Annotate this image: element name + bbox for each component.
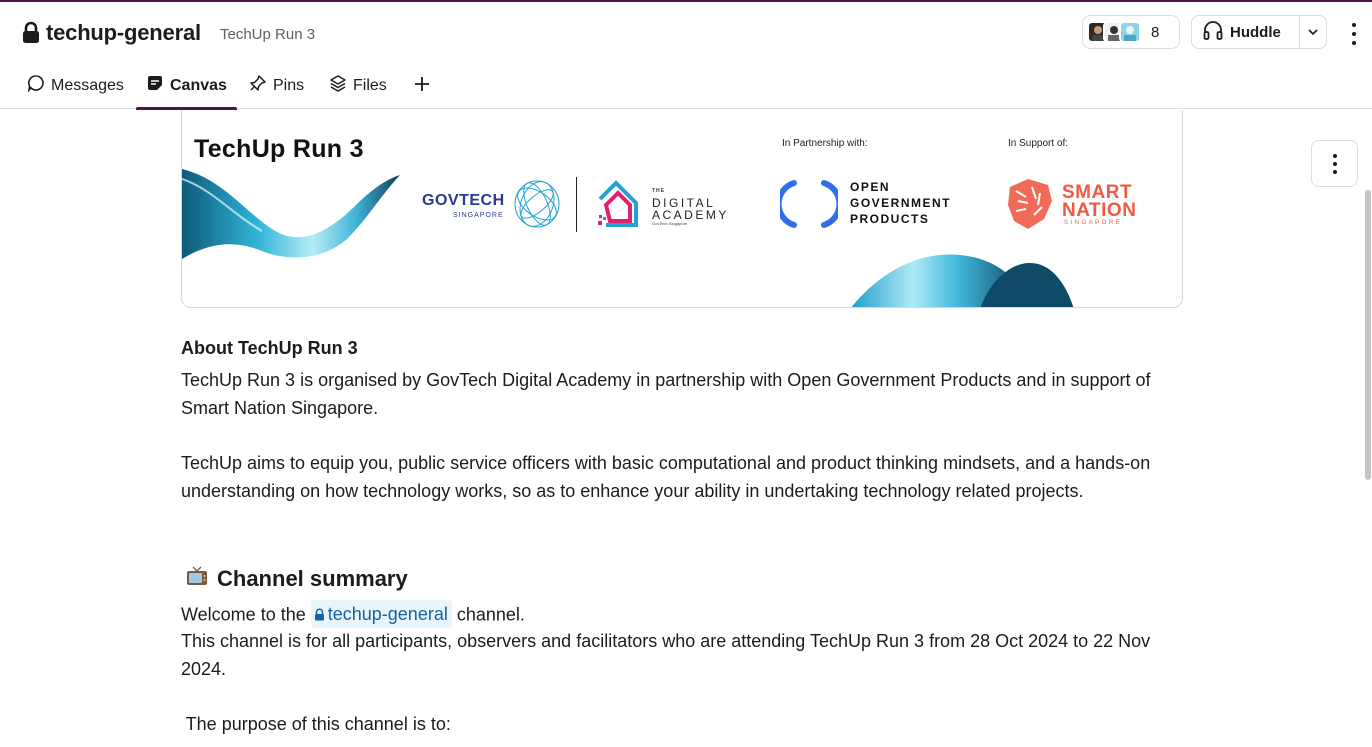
canvas-icon: [146, 74, 164, 97]
avatar: [1119, 21, 1141, 43]
channel-description: This channel is for all participants, ob…: [181, 631, 1151, 679]
channel-mention-link[interactable]: techup-general: [310, 600, 452, 628]
about-heading: About TechUp Run 3: [181, 338, 358, 358]
channel-tabs: Messages Canvas Pins Files: [0, 62, 1372, 110]
tab-files[interactable]: Files: [329, 62, 387, 109]
ribbon-graphic-bottom: [851, 254, 1074, 307]
ogp-line2: GOVERNMENT: [850, 196, 952, 210]
about-paragraph-2: TechUp aims to equip you, public service…: [181, 453, 1151, 501]
govtech-logo-subtext: SINGAPORE: [453, 212, 504, 219]
academy-line2: ACADEMY: [652, 208, 729, 222]
canvas-document: TechUp Run 3 GOVTECH SINGAPORE THE DIGIT…: [0, 110, 1372, 747]
chat-bubble-icon: [27, 74, 45, 97]
tab-label: Pins: [273, 76, 305, 94]
television-emoji-icon: [185, 564, 209, 594]
channel-more-button[interactable]: [1344, 20, 1364, 48]
member-count: 8: [1151, 23, 1160, 41]
chevron-down-icon: [1307, 23, 1319, 41]
welcome-line: Welcome to the techup-general channel.: [181, 600, 1191, 629]
channel-header: techup-general TechUp Run 3 8 Huddle: [0, 2, 1372, 62]
channel-name-button[interactable]: techup-general: [22, 20, 201, 46]
members-button[interactable]: 8: [1082, 15, 1180, 49]
channel-purpose-intro: The purpose of this channel is to:: [181, 714, 451, 734]
ogp-logo-icon: [780, 180, 838, 228]
welcome-suffix: channel.: [456, 604, 525, 625]
canvas-more-button[interactable]: [1311, 140, 1358, 187]
academy-the-text: THE: [652, 188, 665, 194]
add-tab-button[interactable]: [410, 72, 434, 100]
canvas-title-breadcrumb[interactable]: TechUp Run 3: [220, 26, 315, 43]
tab-pins[interactable]: Pins: [249, 62, 304, 109]
ribbon-graphic: [182, 169, 400, 259]
tab-label: Messages: [51, 76, 124, 94]
vertical-scrollbar[interactable]: [1365, 190, 1371, 480]
logo-divider: [576, 177, 577, 232]
banner-title: TechUp Run 3: [194, 135, 364, 163]
pin-icon: [249, 74, 267, 97]
kebab-icon: [1352, 23, 1356, 27]
govtech-logo-text: GOVTECH: [422, 192, 505, 209]
huddle-options-button[interactable]: [1300, 23, 1326, 41]
layers-icon: [329, 74, 347, 97]
huddle-button[interactable]: Huddle: [1192, 16, 1300, 48]
kebab-icon-dot: [1352, 41, 1356, 45]
kebab-icon: [1332, 153, 1337, 158]
tab-canvas[interactable]: Canvas: [136, 62, 237, 110]
tab-label: Canvas: [170, 76, 227, 94]
kebab-icon-dot: [1332, 169, 1337, 174]
about-paragraph-1: TechUp Run 3 is organised by GovTech Dig…: [181, 370, 1151, 418]
ogp-line1: OPEN: [850, 180, 891, 194]
headphones-icon: [1202, 19, 1224, 46]
smart-nation-line2: NATION: [1062, 200, 1137, 221]
huddle-label: Huddle: [1230, 23, 1281, 41]
tab-label: Files: [353, 76, 387, 94]
kebab-icon-dot: [1332, 161, 1337, 166]
partnership-label: In Partnership with:: [782, 138, 868, 149]
academy-sub: GovTech Singapore: [652, 221, 688, 226]
huddle-control: Huddle: [1191, 15, 1327, 49]
smart-nation-sub: SINGAPORE: [1064, 220, 1123, 226]
lock-icon: [22, 21, 40, 45]
smart-nation-lion-icon: [1008, 179, 1052, 229]
kebab-icon-dot: [1352, 32, 1356, 36]
welcome-prefix: Welcome to the: [181, 604, 306, 625]
lock-icon: [314, 608, 324, 620]
govtech-globe-icon: [514, 180, 560, 228]
ogp-line3: PRODUCTS: [850, 212, 930, 226]
channel-mention-label: techup-general: [327, 604, 448, 624]
tab-messages[interactable]: Messages: [27, 62, 124, 109]
plus-icon: [414, 76, 430, 97]
channel-name: techup-general: [46, 20, 201, 45]
channel-summary-title: Channel summary: [217, 566, 408, 591]
support-label: In Support of:: [1008, 138, 1069, 149]
digital-academy-icon: [598, 180, 638, 227]
canvas-banner-image: TechUp Run 3 GOVTECH SINGAPORE THE DIGIT…: [181, 110, 1183, 308]
channel-summary-heading: Channel summary: [185, 564, 408, 594]
